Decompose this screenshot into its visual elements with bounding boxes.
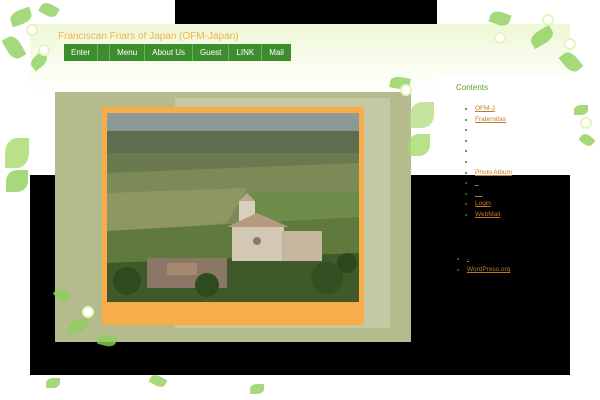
list-item (475, 136, 512, 147)
contents-heading: Contents (456, 83, 489, 92)
nav-item-blank[interactable] (98, 44, 111, 61)
list-item: OFM-J (475, 104, 512, 115)
link-wordpress-org[interactable]: WordPress.org (467, 266, 510, 273)
site-title[interactable]: Franciscan Friars of Japan (OFM-Japan) (58, 31, 239, 42)
link-dot[interactable]: . (467, 255, 469, 262)
nav-item-guest[interactable]: Guest (193, 44, 230, 61)
list-item: WebMail (475, 210, 512, 221)
nav-item-mail[interactable]: Mail (262, 44, 291, 61)
list-item: WordPress.org (467, 264, 510, 275)
list-item (475, 125, 512, 136)
nav-item-enter[interactable]: Enter (64, 44, 99, 61)
leaf-decoration-bottom-left (48, 280, 138, 360)
list-item: _ (475, 178, 512, 189)
link-underscore-2[interactable]: __ (475, 190, 482, 197)
link-fraternitas[interactable]: Fraternitas (475, 116, 506, 123)
link-ofm-j[interactable]: OFM-J (475, 105, 495, 112)
leaf-decoration-left (0, 130, 30, 200)
leaf-decoration-bottom (40, 372, 280, 400)
assisi-photo (107, 113, 359, 302)
list-item: Login (475, 199, 512, 210)
link-webmail[interactable]: WebMail (475, 211, 500, 218)
meta-list: . WordPress.org (458, 253, 510, 275)
nav-item-link[interactable]: LINK (229, 44, 263, 61)
leaf-decoration-sidebar (380, 72, 440, 172)
top-black-band (175, 0, 437, 24)
contents-list: OFM-J Fraternitas Photo Album _ __ Login… (466, 104, 512, 221)
nav-item-menu[interactable]: Menu (110, 44, 146, 61)
main-nav: Enter Menu About Us Guest LINK Mail (64, 44, 291, 61)
nav-item-about-us[interactable]: About Us (145, 44, 194, 61)
link-underscore-1[interactable]: _ (475, 179, 479, 186)
list-item: . (467, 253, 510, 264)
leaf-decoration-right (570, 95, 600, 175)
leaf-decoration-top-left (0, 0, 70, 90)
list-item (475, 157, 512, 168)
link-login[interactable]: Login (475, 200, 491, 207)
assisi-landscape-image (107, 113, 359, 302)
list-item: Fraternitas (475, 115, 512, 126)
link-photo-album[interactable]: Photo Album (475, 169, 512, 176)
list-item: __ (475, 189, 512, 200)
list-item: Photo Album (475, 168, 512, 179)
list-item (475, 146, 512, 157)
